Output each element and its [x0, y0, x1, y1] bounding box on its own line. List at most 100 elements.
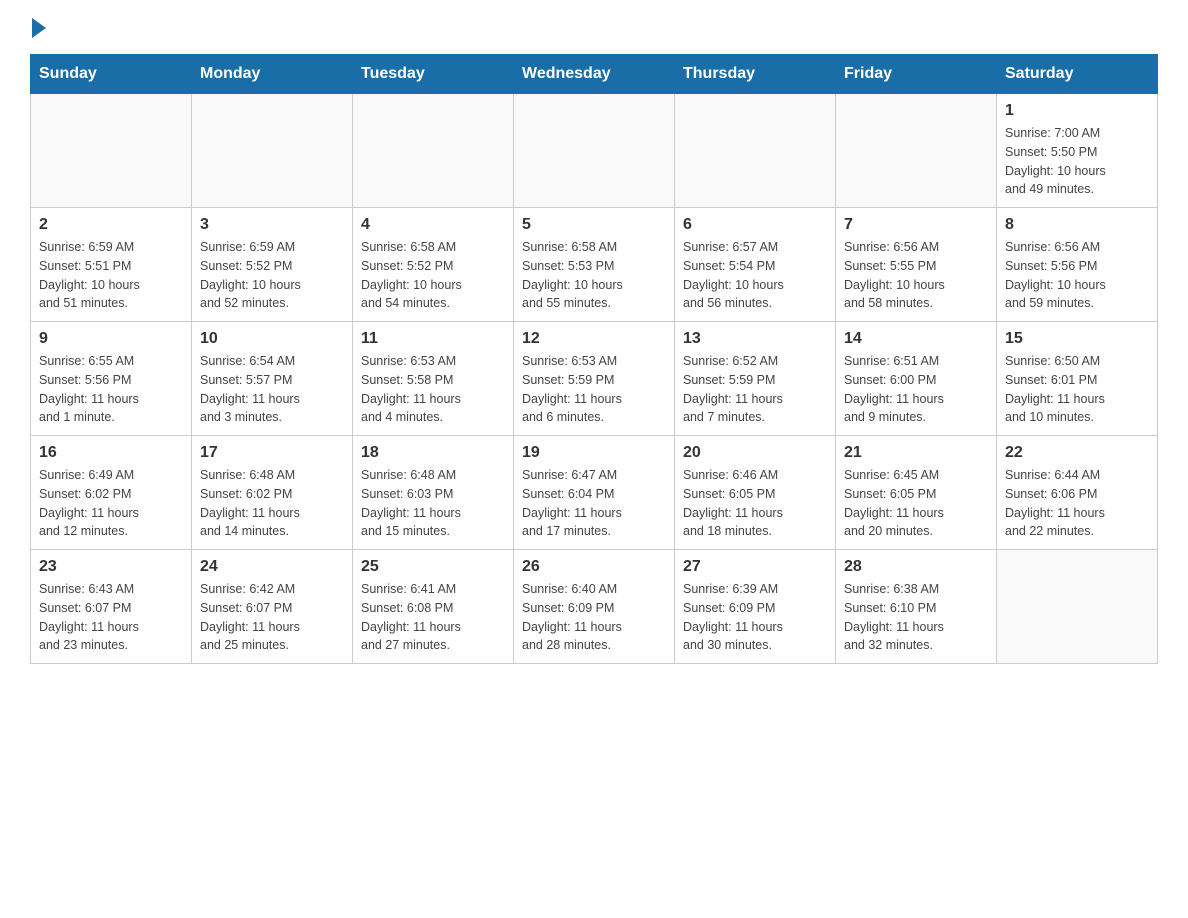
weekday-header-sunday: Sunday — [31, 55, 192, 94]
day-number: 26 — [522, 558, 666, 576]
day-number: 24 — [200, 558, 344, 576]
day-info: Sunrise: 6:45 AMSunset: 6:05 PMDaylight:… — [844, 466, 988, 541]
weekday-header-monday: Monday — [192, 55, 353, 94]
calendar-cell: 14 Sunrise: 6:51 AMSunset: 6:00 PMDayligh… — [836, 322, 997, 436]
day-info: Sunrise: 6:47 AMSunset: 6:04 PMDaylight:… — [522, 466, 666, 541]
day-info: Sunrise: 6:51 AMSunset: 6:00 PMDaylight:… — [844, 352, 988, 427]
day-info: Sunrise: 6:53 AMSunset: 5:59 PMDaylight:… — [522, 352, 666, 427]
weekday-header-wednesday: Wednesday — [514, 55, 675, 94]
calendar-cell: 22 Sunrise: 6:44 AMSunset: 6:06 PMDayligh… — [997, 436, 1158, 550]
calendar-cell: 21 Sunrise: 6:45 AMSunset: 6:05 PMDayligh… — [836, 436, 997, 550]
day-info: Sunrise: 6:48 AMSunset: 6:03 PMDaylight:… — [361, 466, 505, 541]
day-info: Sunrise: 6:57 AMSunset: 5:54 PMDaylight:… — [683, 238, 827, 313]
calendar-cell: 24 Sunrise: 6:42 AMSunset: 6:07 PMDayligh… — [192, 550, 353, 664]
day-info: Sunrise: 6:56 AMSunset: 5:56 PMDaylight:… — [1005, 238, 1149, 313]
calendar-cell: 25 Sunrise: 6:41 AMSunset: 6:08 PMDayligh… — [353, 550, 514, 664]
day-info: Sunrise: 6:49 AMSunset: 6:02 PMDaylight:… — [39, 466, 183, 541]
day-number: 6 — [683, 216, 827, 234]
day-info: Sunrise: 6:53 AMSunset: 5:58 PMDaylight:… — [361, 352, 505, 427]
day-number: 22 — [1005, 444, 1149, 462]
weekday-header-friday: Friday — [836, 55, 997, 94]
day-number: 1 — [1005, 102, 1149, 120]
day-number: 2 — [39, 216, 183, 234]
weekday-header-thursday: Thursday — [675, 55, 836, 94]
logo-triangle-icon — [32, 18, 46, 38]
day-info: Sunrise: 6:43 AMSunset: 6:07 PMDaylight:… — [39, 580, 183, 655]
calendar-cell: 9Sunrise: 6:55 AMSunset: 5:56 PMDaylight… — [31, 322, 192, 436]
calendar-cell: 2 Sunrise: 6:59 AMSunset: 5:51 PMDaylight… — [31, 208, 192, 322]
page-header — [30, 20, 1158, 34]
day-info: Sunrise: 6:56 AMSunset: 5:55 PMDaylight:… — [844, 238, 988, 313]
day-number: 18 — [361, 444, 505, 462]
calendar-cell — [514, 94, 675, 208]
calendar-cell: 1 Sunrise: 7:00 AMSunset: 5:50 PMDaylight… — [997, 94, 1158, 208]
calendar-cell: 20Sunrise: 6:46 AMSunset: 6:05 PMDayligh… — [675, 436, 836, 550]
calendar-week-row: 9Sunrise: 6:55 AMSunset: 5:56 PMDaylight… — [31, 322, 1158, 436]
calendar-cell: 16 Sunrise: 6:49 AMSunset: 6:02 PMDayligh… — [31, 436, 192, 550]
day-number: 19 — [522, 444, 666, 462]
day-info: Sunrise: 6:52 AMSunset: 5:59 PMDaylight:… — [683, 352, 827, 427]
day-number: 10 — [200, 330, 344, 348]
day-number: 21 — [844, 444, 988, 462]
day-info: Sunrise: 6:44 AMSunset: 6:06 PMDaylight:… — [1005, 466, 1149, 541]
day-number: 20 — [683, 444, 827, 462]
calendar-cell: 5 Sunrise: 6:58 AMSunset: 5:53 PMDaylight… — [514, 208, 675, 322]
day-info: Sunrise: 7:00 AMSunset: 5:50 PMDaylight:… — [1005, 124, 1149, 199]
calendar-cell — [997, 550, 1158, 664]
day-number: 28 — [844, 558, 988, 576]
day-number: 27 — [683, 558, 827, 576]
day-number: 5 — [522, 216, 666, 234]
day-info: Sunrise: 6:54 AMSunset: 5:57 PMDaylight:… — [200, 352, 344, 427]
weekday-header-tuesday: Tuesday — [353, 55, 514, 94]
day-number: 12 — [522, 330, 666, 348]
calendar-cell: 11Sunrise: 6:53 AMSunset: 5:58 PMDayligh… — [353, 322, 514, 436]
day-info: Sunrise: 6:39 AMSunset: 6:09 PMDaylight:… — [683, 580, 827, 655]
calendar-week-row: 23 Sunrise: 6:43 AMSunset: 6:07 PMDayligh… — [31, 550, 1158, 664]
day-number: 17 — [200, 444, 344, 462]
day-info: Sunrise: 6:55 AMSunset: 5:56 PMDaylight:… — [39, 352, 183, 427]
calendar-cell: 13Sunrise: 6:52 AMSunset: 5:59 PMDayligh… — [675, 322, 836, 436]
day-info: Sunrise: 6:42 AMSunset: 6:07 PMDaylight:… — [200, 580, 344, 655]
calendar-cell — [353, 94, 514, 208]
day-number: 25 — [361, 558, 505, 576]
day-info: Sunrise: 6:59 AMSunset: 5:52 PMDaylight:… — [200, 238, 344, 313]
day-number: 8 — [1005, 216, 1149, 234]
calendar-cell: 26 Sunrise: 6:40 AMSunset: 6:09 PMDayligh… — [514, 550, 675, 664]
calendar-cell: 7 Sunrise: 6:56 AMSunset: 5:55 PMDaylight… — [836, 208, 997, 322]
day-number: 3 — [200, 216, 344, 234]
day-number: 4 — [361, 216, 505, 234]
day-number: 7 — [844, 216, 988, 234]
day-info: Sunrise: 6:48 AMSunset: 6:02 PMDaylight:… — [200, 466, 344, 541]
calendar-cell: 23 Sunrise: 6:43 AMSunset: 6:07 PMDayligh… — [31, 550, 192, 664]
day-info: Sunrise: 6:58 AMSunset: 5:52 PMDaylight:… — [361, 238, 505, 313]
calendar-cell: 18 Sunrise: 6:48 AMSunset: 6:03 PMDayligh… — [353, 436, 514, 550]
weekday-header-saturday: Saturday — [997, 55, 1158, 94]
calendar-cell: 3 Sunrise: 6:59 AMSunset: 5:52 PMDaylight… — [192, 208, 353, 322]
calendar-cell: 6 Sunrise: 6:57 AMSunset: 5:54 PMDaylight… — [675, 208, 836, 322]
calendar-cell: 15 Sunrise: 6:50 AMSunset: 6:01 PMDayligh… — [997, 322, 1158, 436]
day-info: Sunrise: 6:50 AMSunset: 6:01 PMDaylight:… — [1005, 352, 1149, 427]
day-number: 14 — [844, 330, 988, 348]
logo — [30, 20, 46, 34]
calendar-week-row: 1 Sunrise: 7:00 AMSunset: 5:50 PMDaylight… — [31, 94, 1158, 208]
day-number: 23 — [39, 558, 183, 576]
day-number: 16 — [39, 444, 183, 462]
day-info: Sunrise: 6:40 AMSunset: 6:09 PMDaylight:… — [522, 580, 666, 655]
calendar-cell: 8 Sunrise: 6:56 AMSunset: 5:56 PMDaylight… — [997, 208, 1158, 322]
day-info: Sunrise: 6:58 AMSunset: 5:53 PMDaylight:… — [522, 238, 666, 313]
day-number: 15 — [1005, 330, 1149, 348]
day-info: Sunrise: 6:41 AMSunset: 6:08 PMDaylight:… — [361, 580, 505, 655]
calendar-cell: 27 Sunrise: 6:39 AMSunset: 6:09 PMDayligh… — [675, 550, 836, 664]
calendar-cell: 10 Sunrise: 6:54 AMSunset: 5:57 PMDayligh… — [192, 322, 353, 436]
day-info: Sunrise: 6:38 AMSunset: 6:10 PMDaylight:… — [844, 580, 988, 655]
calendar-week-row: 16 Sunrise: 6:49 AMSunset: 6:02 PMDayligh… — [31, 436, 1158, 550]
calendar-cell: 12 Sunrise: 6:53 AMSunset: 5:59 PMDayligh… — [514, 322, 675, 436]
calendar-cell: 19 Sunrise: 6:47 AMSunset: 6:04 PMDayligh… — [514, 436, 675, 550]
day-info: Sunrise: 6:59 AMSunset: 5:51 PMDaylight:… — [39, 238, 183, 313]
calendar-cell — [836, 94, 997, 208]
calendar-cell: 28 Sunrise: 6:38 AMSunset: 6:10 PMDayligh… — [836, 550, 997, 664]
calendar-table: SundayMondayTuesdayWednesdayThursdayFrid… — [30, 54, 1158, 664]
calendar-cell — [31, 94, 192, 208]
calendar-cell — [675, 94, 836, 208]
weekday-header-row: SundayMondayTuesdayWednesdayThursdayFrid… — [31, 55, 1158, 94]
